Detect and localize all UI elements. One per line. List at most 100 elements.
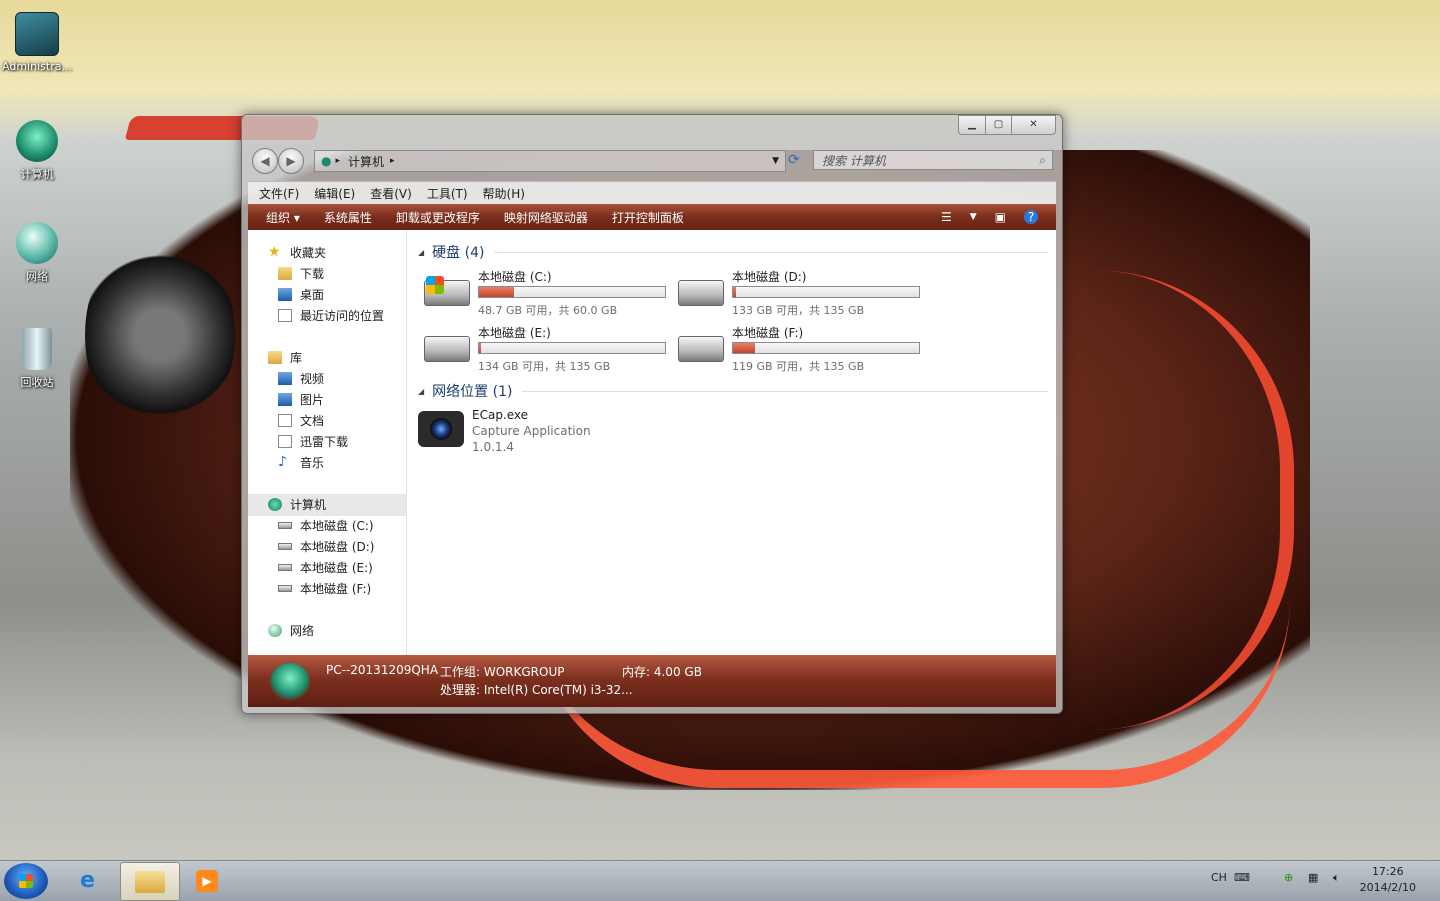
keyboard-icon[interactable]: ⌨ [1234, 871, 1250, 884]
taskbar-media-player[interactable]: ▶ [180, 862, 238, 899]
sidebar-item-thunder-downloads[interactable]: 迅雷下载 [278, 433, 348, 450]
minimize-button[interactable]: ▁ [958, 115, 986, 135]
search-input[interactable]: 搜索 计算机 ⌕ [813, 150, 1053, 170]
group-title: 网络位置 (1) [432, 384, 513, 400]
sidebar-item-network[interactable]: 网络 [268, 622, 314, 639]
uninstall-program-button[interactable]: 卸载或更改程序 [396, 209, 480, 226]
sidebar-item-documents[interactable]: 文档 [278, 412, 324, 429]
sidebar-item-music[interactable]: ♪ 音乐 [278, 454, 324, 471]
sidebar-item-pictures[interactable]: 图片 [278, 391, 324, 408]
help-icon[interactable]: ? [1024, 210, 1038, 224]
details-pane: PC--20131209QHA 工作组: WORKGROUP 内存: 4.00 … [248, 655, 1056, 707]
address-bar[interactable]: ● ▸ 计算机 ▸ ▼ [314, 150, 786, 172]
breadcrumb-computer[interactable]: 计算机 [348, 153, 384, 170]
organize-button[interactable]: 组织 ▾ [266, 209, 300, 226]
group-title: 硬盘 (4) [432, 245, 485, 261]
sidebar-item-drive-e[interactable]: 本地磁盘 (E:) [278, 559, 373, 576]
map-network-drive-button[interactable]: 映射网络驱动器 [504, 209, 588, 226]
hard-drive-icon [278, 543, 292, 550]
group-header-network-locations[interactable]: ◢ 网络位置 (1) [418, 381, 1048, 401]
desktop-icon-label: Administra... [2, 60, 72, 73]
back-button[interactable]: ◀ [252, 148, 278, 174]
group-header-hard-drives[interactable]: ◢ 硬盘 (4) [418, 242, 1048, 262]
computer-small-icon: ● [321, 154, 332, 168]
security-shield-icon[interactable]: ⊕ [1284, 871, 1293, 884]
refresh-icon[interactable]: ⟳ [788, 152, 806, 170]
group-divider [494, 251, 1048, 253]
network-icon [268, 624, 282, 637]
drive-usage-bar [478, 286, 666, 298]
menu-bar: 文件(F) 编辑(E) 查看(V) 工具(T) 帮助(H) [248, 181, 1056, 204]
camera-icon[interactable] [418, 411, 464, 447]
search-icon[interactable]: ⌕ [1039, 153, 1046, 168]
menu-view[interactable]: 查看(V) [370, 185, 412, 202]
desktop-icon-label: 计算机 [20, 168, 54, 181]
change-view-icon[interactable]: ☰ [941, 210, 952, 224]
sidebar-item-label: 文档 [300, 414, 325, 428]
drive-capacity: 119 GB 可用，共 135 GB [732, 360, 865, 373]
drive-name: 本地磁盘 (C:) [478, 270, 552, 284]
desktop-icon-label: 网络 [26, 270, 48, 283]
desktop-icon-administrator[interactable]: Administra... [0, 12, 74, 73]
breadcrumb-chevron-icon[interactable]: ▸ [335, 156, 340, 166]
collapse-arrow-icon[interactable]: ◢ [418, 387, 424, 396]
desktop-icon-network[interactable]: 网络 [0, 222, 74, 284]
sidebar-item-drive-c[interactable]: 本地磁盘 (C:) [278, 517, 374, 534]
system-properties-button[interactable]: 系统属性 [324, 209, 372, 226]
preview-pane-icon[interactable]: ▣ [995, 210, 1006, 224]
drive-tile-c[interactable]: 本地磁盘 (C:) 48.7 GB 可用，共 60.0 GB [424, 268, 674, 318]
sidebar-item-favorites[interactable]: ★ 收藏夹 [268, 244, 326, 261]
clock[interactable]: 17:26 2014/2/10 [1360, 864, 1416, 896]
drive-usage-bar [732, 342, 920, 354]
sidebar-item-libraries[interactable]: 库 [268, 349, 302, 366]
sidebar-item-label: 收藏夹 [290, 246, 327, 260]
taskbar-internet-explorer[interactable]: e [62, 862, 120, 899]
drive-name: 本地磁盘 (D:) [732, 270, 807, 284]
navigation-bar: ◀ ▶ ● ▸ 计算机 ▸ ▼ ⟳ 搜索 计算机 ⌕ [248, 148, 1056, 174]
libraries-folder-icon [268, 351, 282, 364]
collapse-arrow-icon[interactable]: ◢ [418, 248, 424, 257]
sidebar-item-drive-d[interactable]: 本地磁盘 (D:) [278, 538, 374, 555]
maximize-button[interactable]: ▢ [986, 115, 1012, 135]
menu-file[interactable]: 文件(F) [259, 185, 299, 202]
sidebar-item-recent-places[interactable]: 最近访问的位置 [278, 307, 384, 324]
processor-info: 处理器: Intel(R) Core(TM) i3-32... [440, 683, 633, 697]
document-icon [278, 414, 292, 427]
desktop-icon-recycle-bin[interactable]: 回收站 [0, 328, 74, 390]
media-player-icon: ▶ [196, 870, 218, 892]
computer-icon [16, 120, 58, 162]
sidebar-item-videos[interactable]: 视频 [278, 370, 324, 387]
open-control-panel-button[interactable]: 打开控制面板 [612, 209, 684, 226]
network-status-icon[interactable]: ▦ [1308, 871, 1318, 884]
computer-icon [270, 663, 310, 701]
breadcrumb-chevron-icon[interactable]: ▸ [390, 156, 395, 166]
sidebar-item-downloads[interactable]: 下载 [278, 265, 324, 282]
desktop-icon-computer[interactable]: 计算机 [0, 120, 74, 182]
sidebar-item-desktop[interactable]: 桌面 [278, 286, 324, 303]
items-pane: ◢ 硬盘 (4) 本地磁盘 (C:) 48.7 GB 可用，共 60.0 GB … [406, 230, 1056, 655]
menu-edit[interactable]: 编辑(E) [314, 185, 355, 202]
forward-button[interactable]: ▶ [278, 148, 304, 174]
drive-tile-d[interactable]: 本地磁盘 (D:) 133 GB 可用，共 135 GB [678, 268, 928, 318]
windows-logo-icon [426, 276, 444, 294]
close-button[interactable]: ✕ [1012, 115, 1056, 135]
menu-tools[interactable]: 工具(T) [427, 185, 468, 202]
language-indicator[interactable]: CH [1211, 871, 1227, 884]
internet-explorer-icon: e [80, 868, 95, 893]
hard-drive-icon [678, 280, 724, 306]
drive-capacity: 48.7 GB 可用，共 60.0 GB [478, 304, 618, 317]
drive-usage-fill [479, 287, 515, 297]
view-dropdown-icon[interactable]: ▼ [970, 212, 977, 222]
network-item-name[interactable]: ECap.exe [472, 408, 528, 422]
volume-icon[interactable]: 🔈︎ [1333, 871, 1340, 885]
address-dropdown-icon[interactable]: ▼ [772, 156, 779, 166]
sidebar-item-label: 最近访问的位置 [300, 309, 385, 323]
taskbar-windows-explorer[interactable] [120, 862, 180, 901]
sidebar-item-computer[interactable]: 计算机 [268, 496, 326, 513]
drive-tile-f[interactable]: 本地磁盘 (F:) 119 GB 可用，共 135 GB [678, 324, 928, 374]
sidebar-item-drive-f[interactable]: 本地磁盘 (F:) [278, 580, 371, 597]
menu-help[interactable]: 帮助(H) [483, 185, 525, 202]
hard-drive-icon [678, 336, 724, 362]
start-button[interactable] [4, 863, 48, 899]
drive-tile-e[interactable]: 本地磁盘 (E:) 134 GB 可用，共 135 GB [424, 324, 674, 374]
